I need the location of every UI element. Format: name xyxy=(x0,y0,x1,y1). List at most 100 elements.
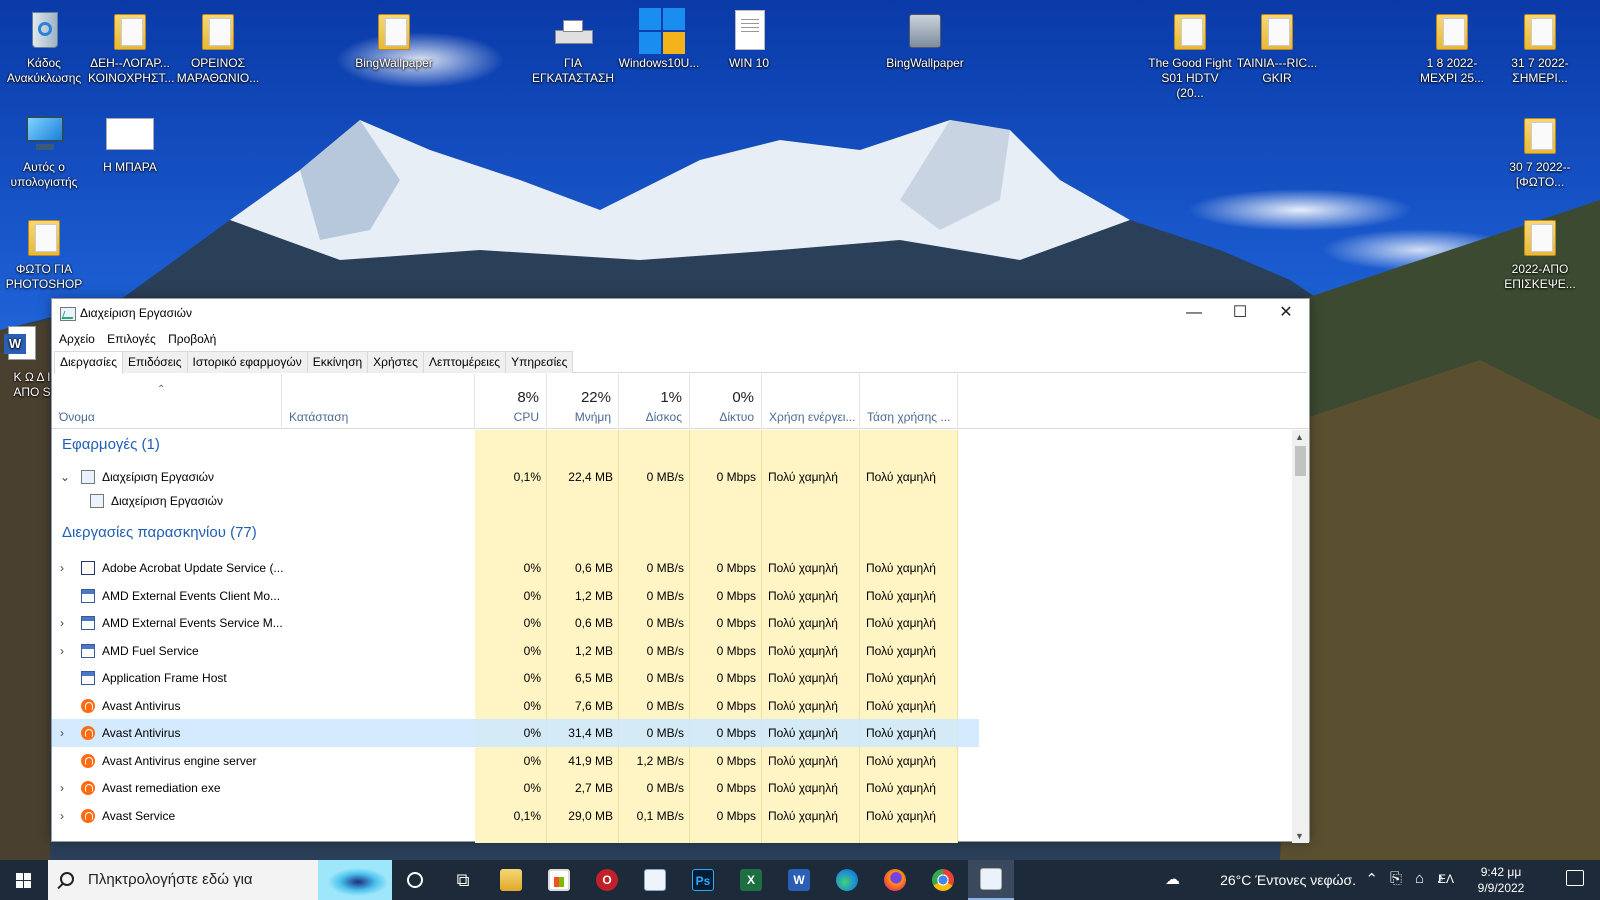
process-name: Avast Service xyxy=(102,808,176,823)
desktop-icon-folder[interactable]: 1 8 2022-ΜΕΧΡΙ 25... xyxy=(1410,8,1494,86)
menu-file[interactable]: Αρχείο xyxy=(59,329,95,349)
desktop-icon-folder[interactable]: ΦΩΤΟ ΓΙΑ PHOTOSHOP xyxy=(2,214,86,292)
notifications-icon[interactable] xyxy=(1566,870,1584,886)
power-usage-value: Πολύ χαμηλή xyxy=(768,808,838,823)
word-button[interactable]: W xyxy=(776,860,822,900)
photoshop-button[interactable]: Ps xyxy=(680,860,726,900)
column-header-disk[interactable]: 1% Δίσκος xyxy=(619,374,690,429)
tab-details[interactable]: Λεπτομέρειες xyxy=(422,351,507,373)
search-highlight-image xyxy=(318,860,392,900)
desktop-icon-folder[interactable]: ΔΕΗ--ΛΟΓΑΡ... ΚΟΙΝΟΧΡΗΣΤ... xyxy=(88,8,175,86)
clock[interactable]: 9:42 μμ 9/9/2022 xyxy=(1466,864,1536,896)
tab-app-history[interactable]: Ιστορικό εφαρμογών xyxy=(186,351,308,373)
menu-options[interactable]: Επιλογές xyxy=(107,329,156,349)
desktop-icon-folder[interactable]: 2022-ΑΠΟ ΕΠΙΣΚΕΨΕ... xyxy=(1498,214,1582,292)
language-indicator[interactable]: ΕΛ xyxy=(1438,872,1454,886)
desktop-icon-label: ΔΕΗ--ΛΟΓΑΡ... ΚΟΙΝΟΧΡΗΣΤ... xyxy=(88,56,175,85)
clock-date: 9/9/2022 xyxy=(1477,881,1525,895)
file-explorer-button[interactable] xyxy=(488,860,534,900)
chevron-right-icon[interactable]: › xyxy=(60,609,72,637)
chevron-right-icon[interactable]: › xyxy=(60,719,72,747)
excel-button[interactable]: X xyxy=(728,860,774,900)
tab-services[interactable]: Υπηρεσίες xyxy=(505,351,574,373)
table-row[interactable]: › Adobe Acrobat Update Service (... 0% 0,6 … xyxy=(52,554,979,582)
desktop-icon-folder[interactable]: TAINIA---RIC... GKIR xyxy=(1235,8,1319,86)
scroll-up-icon[interactable]: ▲ xyxy=(1295,432,1304,442)
table-row[interactable]: Application Frame Host 0% 6,5 MB 0 MB/s 0 Mb… xyxy=(52,664,979,692)
firefox-button[interactable] xyxy=(872,860,918,900)
menu-view[interactable]: Προβολή xyxy=(168,329,216,349)
column-header-memory[interactable]: 22% Μνήμη xyxy=(547,374,619,429)
chevron-right-icon[interactable]: › xyxy=(60,774,72,802)
store-button[interactable] xyxy=(536,860,582,900)
scroll-down-icon[interactable]: ▼ xyxy=(1295,831,1304,841)
desktop-icon-folder[interactable]: 30 7 2022--[ΦΩΤΟ... xyxy=(1498,112,1582,190)
task-manager-window[interactable]: Διαχείριση Εργασιών — ☐ ✕ Αρχείο Επιλογέ… xyxy=(51,298,1310,843)
column-header-power-trend[interactable]: Τάση χρήσης ... xyxy=(860,374,958,429)
installer-icon xyxy=(553,8,593,52)
file-explorer-icon xyxy=(500,869,522,891)
column-header-cpu[interactable]: 8% CPU xyxy=(475,374,547,429)
table-row[interactable]: Avast Antivirus 0% 7,6 MB 0 MB/s 0 Mbps Πολύ … xyxy=(52,692,979,720)
edge-button[interactable] xyxy=(824,860,870,900)
taskbar-search-box[interactable]: Πληκτρολογήστε εδώ για xyxy=(48,860,392,900)
memory-value: 29,0 MB xyxy=(568,808,613,823)
timeline-button[interactable]: ⧉ xyxy=(440,860,486,900)
network-icon[interactable]: ⌂ xyxy=(1415,870,1424,887)
chevron-down-icon[interactable]: ⌄ xyxy=(60,463,72,491)
desktop-icon-installer[interactable]: ΓΙΑ ΕΓΚΑΤΑΣΤΑΣΗ xyxy=(531,8,615,86)
desktop-icon-app[interactable]: BingWallpaper xyxy=(883,8,967,71)
table-row[interactable]: Avast Antivirus engine server 0% 41,9 MB 1,… xyxy=(52,747,979,775)
desktop-icon-this-pc[interactable]: Αυτός ο υπολογιστής xyxy=(2,112,86,190)
close-button[interactable]: ✕ xyxy=(1263,299,1309,329)
chevron-up-icon[interactable]: ⌃ xyxy=(1365,870,1378,888)
table-row[interactable]: › Avast Antivirus 0% 31,4 MB 0 MB/s 0 Mbps Πολ… xyxy=(52,719,979,747)
desktop-icon-folder[interactable]: 31 7 2022-ΣΗΜΕΡΙ... xyxy=(1498,8,1582,86)
desktop-icon-folder[interactable]: BingWallpaper xyxy=(352,8,436,71)
weather-text[interactable]: 26°C Έντονες νεφώσ. xyxy=(1220,872,1356,888)
table-row[interactable]: ⌄ Διαχείριση Εργασιών 0,1% 22,4 MB 0 MB/… xyxy=(52,463,979,489)
title-bar[interactable]: Διαχείριση Εργασιών — ☐ ✕ xyxy=(52,299,1309,329)
chevron-right-icon[interactable]: › xyxy=(60,637,72,665)
group-apps-title[interactable]: Εφαρμογές (1) xyxy=(62,430,160,460)
outlook-button[interactable] xyxy=(632,860,678,900)
column-header-network[interactable]: 0% Δίκτυο xyxy=(690,374,762,429)
table-row[interactable]: › AMD Fuel Service 0% 1,2 MB 0 MB/s 0 Mbps Πολ… xyxy=(52,637,979,665)
chrome-button[interactable] xyxy=(920,860,966,900)
scroll-thumb[interactable] xyxy=(1295,446,1306,476)
table-row[interactable]: › Avast remediation exe 0% 2,7 MB 0 MB/s 0 Mb… xyxy=(52,774,979,802)
table-row-child[interactable]: Διαχείριση Εργασιών xyxy=(52,489,979,513)
desktop-icon-folder[interactable]: ΟΡΕΙΝΟΣ ΜΑΡΑΘΩΝΙΟ... xyxy=(176,8,260,86)
task-manager-taskbar-button[interactable] xyxy=(968,860,1014,900)
amd-service-icon xyxy=(81,588,95,603)
minimize-button[interactable]: — xyxy=(1171,299,1217,329)
opera-button[interactable]: O xyxy=(584,860,630,900)
network-value: 0 Mbps xyxy=(716,588,756,603)
column-header-name[interactable]: ⌃ Όνομα xyxy=(52,374,282,429)
desktop-icon-label: BingWallpaper xyxy=(886,56,964,70)
chevron-right-icon[interactable]: › xyxy=(60,802,72,830)
tab-startup[interactable]: Εκκίνηση xyxy=(306,351,369,373)
tab-users[interactable]: Χρήστες xyxy=(367,351,424,373)
tab-performance[interactable]: Επιδόσεις xyxy=(122,351,188,373)
desktop-icon-folder[interactable]: The Good Fight S01 HDTV (20... xyxy=(1148,8,1232,101)
chevron-right-icon[interactable]: › xyxy=(60,554,72,582)
meet-now-icon[interactable]: ⎘ xyxy=(1390,870,1402,887)
network-value: 0 Mbps xyxy=(716,698,756,713)
vertical-scrollbar[interactable]: ▲ ▼ xyxy=(1292,430,1309,843)
task-view-button[interactable] xyxy=(392,860,438,900)
desktop-icon-document[interactable]: WIN 10 xyxy=(707,8,791,71)
desktop-icon-windows-update[interactable]: Windows10U... xyxy=(617,8,701,71)
start-button[interactable] xyxy=(0,860,48,900)
maximize-button[interactable]: ☐ xyxy=(1217,299,1263,329)
desktop-icon-document[interactable]: Η ΜΠΑΡΑ xyxy=(88,112,172,175)
table-row[interactable]: AMD External Events Client Mo... 0% 1,2 MB… xyxy=(52,582,979,610)
table-row[interactable]: › Avast Service 0,1% 29,0 MB 0,1 MB/s 0 Mbps Π… xyxy=(52,802,979,830)
tab-processes[interactable]: Διεργασίες xyxy=(54,351,123,374)
table-row[interactable]: › AMD External Events Service M... 0% 0,6 M… xyxy=(52,609,979,637)
column-header-power-usage[interactable]: Χρήση ενέργει... xyxy=(762,374,860,429)
column-header-status[interactable]: Κατάσταση xyxy=(282,374,475,429)
group-background-title[interactable]: Διεργασίες παρασκηνίου (77) xyxy=(62,518,257,548)
weather-cloud-icon[interactable]: ☁ xyxy=(1165,870,1180,888)
desktop-icon-recycle-bin[interactable]: Κάδος Ανακύκλωσης xyxy=(2,8,86,86)
